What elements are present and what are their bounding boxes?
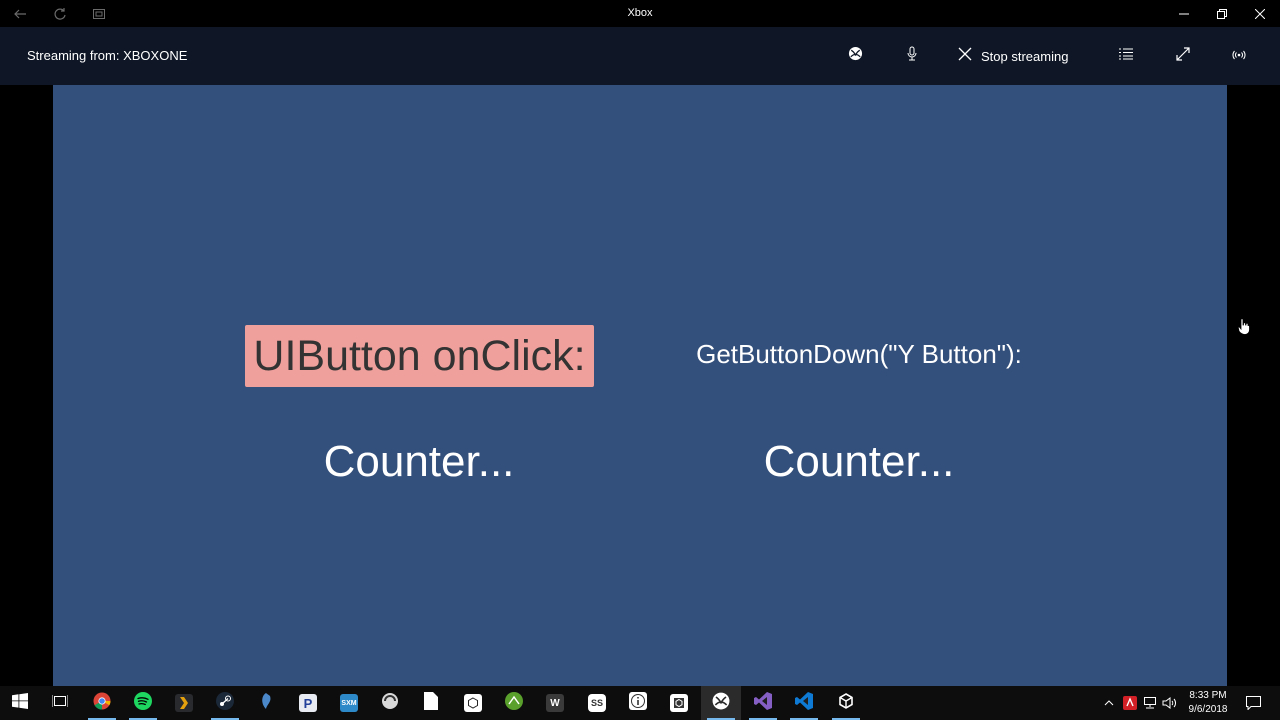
taskbar-visual-studio[interactable]: [743, 686, 783, 720]
clock-date: 9/6/2018: [1188, 704, 1228, 715]
info-icon: [629, 691, 647, 715]
clock-time: 8:33 PM: [1189, 690, 1227, 701]
taskbar-spotify[interactable]: [123, 686, 163, 720]
ui-button-onclick[interactable]: UIButton onClick:: [245, 325, 594, 387]
visual-studio-icon: [754, 691, 772, 715]
pandora-icon: P: [299, 694, 317, 712]
network-icon[interactable]: [1141, 686, 1159, 720]
connection-button[interactable]: [1226, 27, 1252, 85]
chrome-icon: [93, 692, 111, 715]
counter-right: Counter...: [763, 437, 955, 486]
screenshot-icon[interactable]: [79, 0, 119, 27]
unity-box-icon: [670, 694, 688, 712]
tray-overflow-chevron-icon[interactable]: [1100, 686, 1118, 720]
getbuttondown-label: GetButtonDown("Y Button"):: [696, 339, 1022, 369]
task-view-button[interactable]: [40, 686, 80, 720]
stop-streaming-button[interactable]: Stop streaming: [958, 27, 1084, 85]
taskbar-unity-box[interactable]: [659, 686, 699, 720]
taskbar-swirl-app[interactable]: [246, 686, 286, 720]
green-app-icon: [505, 691, 523, 715]
volume-icon[interactable]: [1161, 686, 1179, 720]
counter-left: Counter...: [323, 437, 515, 486]
taskbar-w-app[interactable]: W: [535, 686, 575, 720]
taskbar-file[interactable]: [411, 686, 451, 720]
microphone-icon: [905, 46, 919, 67]
microphone-button[interactable]: [897, 27, 927, 85]
spotify-icon: [134, 691, 152, 715]
windows-logo-icon: [12, 692, 28, 714]
antivirus-tray-icon[interactable]: [1121, 686, 1139, 720]
xbox-logo-icon: [848, 46, 863, 66]
hand-cursor-icon: [1237, 318, 1250, 340]
xbox-guide-button[interactable]: [840, 27, 870, 85]
circle-app-icon: [381, 692, 399, 715]
taskbar-plex[interactable]: [164, 686, 204, 720]
refresh-icon[interactable]: [40, 0, 80, 27]
task-view-icon: [51, 694, 69, 713]
start-button[interactable]: [0, 686, 40, 720]
steam-icon: [216, 691, 234, 715]
taskbar-siriusxm[interactable]: SXM: [329, 686, 369, 720]
system-clock[interactable]: 8:33 PM 9/6/2018: [1180, 686, 1236, 720]
restore-icon[interactable]: [1203, 0, 1241, 27]
action-center-icon[interactable]: [1240, 686, 1266, 720]
taskbar-xbox[interactable]: [701, 686, 741, 720]
taskbar-circle-app[interactable]: [370, 686, 410, 720]
ss-app-icon: SS: [588, 694, 606, 712]
unity-editor-icon: [838, 692, 854, 714]
taskbar-chrome[interactable]: [82, 686, 122, 720]
stop-streaming-label: Stop streaming: [981, 48, 1069, 64]
file-icon: [424, 691, 438, 715]
minimize-icon[interactable]: [1165, 0, 1203, 27]
streaming-header: Streaming from: XBOXONE Stop streaming: [0, 27, 1280, 85]
back-icon[interactable]: [0, 0, 40, 27]
taskbar-ss-app[interactable]: SS: [577, 686, 617, 720]
windows-taskbar: P SXM W SS: [0, 686, 1280, 720]
close-window-icon[interactable]: [1241, 0, 1279, 27]
window-title: Xbox: [627, 7, 653, 19]
window-titlebar: Xbox: [0, 0, 1280, 27]
fullscreen-button[interactable]: [1168, 27, 1198, 85]
taskbar-green-app[interactable]: [494, 686, 534, 720]
taskbar-unity[interactable]: [453, 686, 493, 720]
broadcast-icon: [1232, 47, 1246, 65]
expand-icon: [1176, 46, 1190, 66]
siriusxm-icon: SXM: [340, 694, 358, 712]
xbox-icon: [712, 692, 730, 715]
taskbar-vscode[interactable]: [784, 686, 824, 720]
unity-icon: [464, 694, 482, 712]
plex-icon: [175, 694, 193, 712]
swirl-app-icon: [257, 692, 275, 715]
stream-menu-button[interactable]: [1111, 27, 1141, 85]
list-icon: [1119, 47, 1133, 65]
taskbar-pandora[interactable]: P: [288, 686, 328, 720]
game-stream-viewport[interactable]: UIButton onClick: GetButtonDown("Y Butto…: [53, 85, 1227, 686]
taskbar-info-app[interactable]: [618, 686, 658, 720]
taskbar-unity-editor[interactable]: [826, 686, 866, 720]
close-icon: [958, 47, 972, 66]
w-app-icon: W: [546, 694, 564, 712]
taskbar-steam[interactable]: [205, 686, 245, 720]
streaming-source-label: Streaming from: XBOXONE: [27, 48, 188, 63]
vscode-icon: [795, 691, 813, 715]
